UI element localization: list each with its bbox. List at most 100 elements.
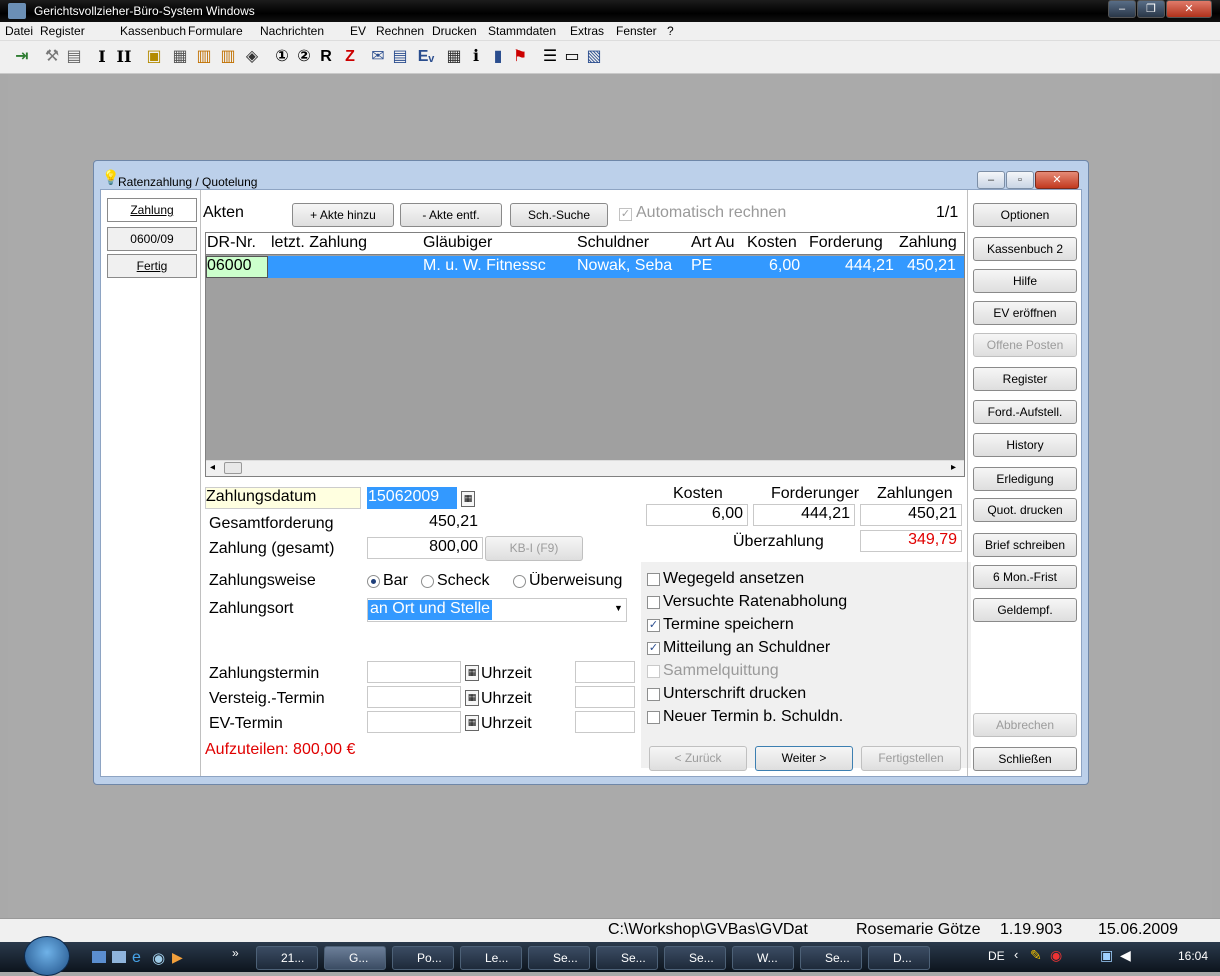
history-button[interactable]: History: [973, 433, 1077, 457]
taskbar-item-7[interactable]: Se...: [664, 946, 726, 970]
zurueck-button[interactable]: < Zurück: [649, 746, 747, 771]
forms-icon[interactable]: ▥: [194, 47, 214, 67]
col-dr-nr[interactable]: DR-Nr.: [207, 234, 256, 252]
schliessen-button[interactable]: Schließen: [973, 747, 1077, 771]
menu-register[interactable]: Register: [40, 24, 85, 38]
taskbar-clock[interactable]: 16:04: [1178, 949, 1208, 963]
language-indicator[interactable]: DE: [988, 949, 1005, 963]
document-icon[interactable]: ▤: [64, 47, 84, 67]
book-icon[interactable]: ▦: [444, 47, 464, 67]
radio-ueberweisung[interactable]: [513, 575, 526, 588]
zahlungsort-select[interactable]: an Ort und Stelle ▼: [367, 598, 627, 622]
close-button[interactable]: ✕: [1166, 0, 1212, 18]
menu-help[interactable]: ?: [667, 24, 674, 38]
ford-aufstell-button[interactable]: Ford.-Aufstell.: [973, 400, 1077, 424]
menu-extras[interactable]: Extras: [570, 24, 604, 38]
scroll-thumb[interactable]: [224, 462, 242, 474]
z-icon[interactable]: Z: [340, 47, 360, 67]
menu-stammdaten[interactable]: Stammdaten: [488, 24, 556, 38]
menu-datei[interactable]: Datei: [5, 24, 33, 38]
list-icon[interactable]: ☰: [540, 47, 560, 67]
cell-dr-nr[interactable]: 06000: [206, 256, 268, 278]
col-schuldner[interactable]: Schuldner: [577, 234, 649, 252]
tray-volume-icon[interactable]: ◀: [1120, 947, 1131, 964]
mitteilung-checkbox[interactable]: ✓: [647, 642, 660, 655]
weiter-button[interactable]: Weiter >: [755, 746, 853, 771]
taskbar-item-8[interactable]: W...: [732, 946, 794, 970]
col-forderung[interactable]: Forderung: [809, 234, 883, 252]
col-kosten[interactable]: Kosten: [747, 234, 797, 252]
col-letzte-zahlung[interactable]: letzt. Zahlung: [271, 234, 367, 252]
roman-two-icon[interactable]: II: [114, 47, 134, 67]
versteig-termin-input[interactable]: [367, 686, 461, 708]
scroll-left-icon[interactable]: ◂: [210, 462, 215, 473]
tray-status-icon[interactable]: ◉: [1050, 947, 1062, 964]
menu-kassenbuch[interactable]: Kassenbuch: [120, 24, 186, 38]
tab-fertig[interactable]: Fertig: [107, 254, 197, 278]
auto-calc-checkbox[interactable]: ✓: [619, 208, 632, 221]
dialog-maximize-button[interactable]: ▫: [1006, 171, 1034, 189]
akte-hinzu-button[interactable]: + Akte hinzu: [292, 203, 394, 227]
taskbar-item-4[interactable]: Le...: [460, 946, 522, 970]
col-glaeubiger[interactable]: Gläubiger: [423, 234, 492, 252]
col-zahlung[interactable]: Zahlung: [899, 234, 957, 252]
info-icon[interactable]: ℹ: [466, 47, 486, 67]
termine-speichern-checkbox[interactable]: ✓: [647, 619, 660, 632]
radio-scheck[interactable]: [421, 575, 434, 588]
roman-one-icon[interactable]: I: [92, 47, 112, 67]
versteig-uhrzeit-input[interactable]: [575, 686, 635, 708]
optionen-button[interactable]: Optionen: [973, 203, 1077, 227]
start-button[interactable]: [24, 936, 70, 976]
sammelquittung-checkbox[interactable]: [647, 665, 660, 678]
menu-formulare[interactable]: Formulare: [188, 24, 243, 38]
geldempf-button[interactable]: Geldempf.: [973, 598, 1077, 622]
quicklaunch-more-icon[interactable]: »: [232, 946, 239, 960]
erledigung-button[interactable]: Erledigung: [973, 467, 1077, 491]
zahlungsdatum-calendar-icon[interactable]: ▦: [461, 491, 475, 507]
horizontal-scrollbar[interactable]: ◂ ▸: [206, 460, 964, 476]
ev-eroeffnen-button[interactable]: EV eröffnen: [973, 301, 1077, 325]
menu-rechnen[interactable]: Rechnen: [376, 24, 424, 38]
versteig-termin-calendar-icon[interactable]: ▦: [465, 690, 479, 706]
menu-ev[interactable]: EV: [350, 24, 366, 38]
radio-bar[interactable]: [367, 575, 380, 588]
zahlungstermin-input[interactable]: [367, 661, 461, 683]
wegegeld-checkbox[interactable]: [647, 573, 660, 586]
folder-icon[interactable]: ▮: [488, 47, 508, 67]
ev-termin-calendar-icon[interactable]: ▦: [465, 715, 479, 731]
restore-button[interactable]: ❐: [1137, 0, 1165, 18]
hilfe-button[interactable]: Hilfe: [973, 269, 1077, 293]
stamp-icon[interactable]: ◈: [242, 47, 262, 67]
window-icon[interactable]: ▭: [562, 47, 582, 67]
calendar-icon[interactable]: ▤: [390, 47, 410, 67]
forms2-icon[interactable]: ▥: [218, 47, 238, 67]
mon-frist-button[interactable]: 6 Mon.-Frist: [973, 565, 1077, 589]
quicklaunch-globe-icon[interactable]: ◉: [152, 949, 165, 967]
scroll-right-icon[interactable]: ▸: [951, 462, 956, 473]
tray-app-icon[interactable]: ✎: [1030, 947, 1042, 964]
taskbar-item-1[interactable]: 21...: [256, 946, 318, 970]
exit-icon[interactable]: ⇥: [12, 47, 32, 67]
tray-arrow-icon[interactable]: ‹: [1014, 947, 1018, 962]
register-button[interactable]: Register: [973, 367, 1077, 391]
zahlungstermin-calendar-icon[interactable]: ▦: [465, 665, 479, 681]
schuldner-suche-button[interactable]: Sch.-Suche: [510, 203, 608, 227]
kassenbuch-button[interactable]: Kassenbuch 2: [973, 237, 1077, 261]
kb-i-button[interactable]: KB-I (F9): [485, 536, 583, 561]
offene-posten-button[interactable]: Offene Posten: [973, 333, 1077, 357]
menu-drucken[interactable]: Drucken: [432, 24, 477, 38]
quicklaunch-media-icon[interactable]: ▶: [172, 949, 183, 966]
r-icon[interactable]: R: [316, 47, 336, 67]
quot-drucken-button[interactable]: Quot. drucken: [973, 498, 1077, 522]
zahlungstermin-uhrzeit-input[interactable]: [575, 661, 635, 683]
quicklaunch-window-icon[interactable]: [112, 951, 126, 963]
quicklaunch-ie-icon[interactable]: e: [132, 949, 141, 967]
printer-icon[interactable]: ▦: [170, 47, 190, 67]
flag-de-icon[interactable]: ⚑: [510, 47, 530, 67]
menu-nachrichten[interactable]: Nachrichten: [260, 24, 324, 38]
menu-fenster[interactable]: Fenster: [616, 24, 657, 38]
dialog-minimize-button[interactable]: –: [977, 171, 1005, 189]
taskbar-item-9[interactable]: Se...: [800, 946, 862, 970]
tab-akte[interactable]: 0600/09: [107, 227, 197, 251]
neuer-termin-checkbox[interactable]: [647, 711, 660, 724]
